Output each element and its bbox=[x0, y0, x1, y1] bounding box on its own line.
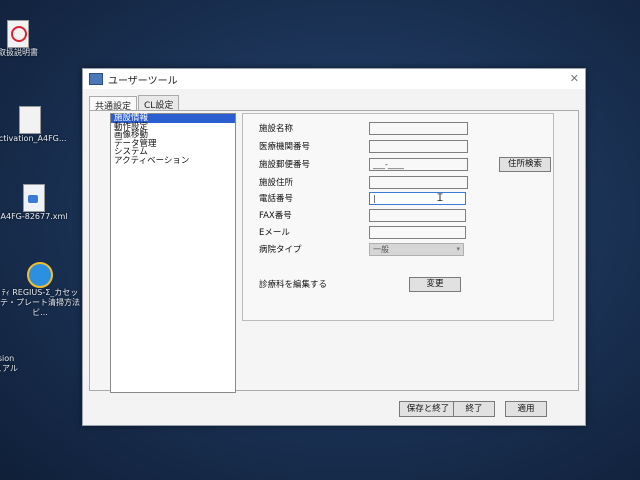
fax-row: FAX番号 bbox=[259, 209, 369, 221]
institution-code-label: 医療機関番号 bbox=[259, 142, 311, 152]
email-label: Eメール bbox=[259, 228, 290, 238]
document-file-icon bbox=[19, 106, 41, 134]
address-search-button[interactable]: 住所検索 bbox=[499, 157, 551, 172]
desktop-icon-activation[interactable]: Activation_A4FG... bbox=[0, 106, 70, 144]
settings-content: 施設情報 動作設定 画像移動 データ管理 システム アクティベーション 施設名称… bbox=[89, 110, 579, 393]
desktop-icon-label: A4FG-82677.xml bbox=[0, 212, 68, 221]
title-bar: ユーザーツール ✕ bbox=[83, 69, 585, 89]
desktop-icon-label: sion ュアル bbox=[0, 354, 18, 373]
internet-shortcut-icon bbox=[27, 262, 53, 288]
postal-code-field[interactable]: ___-____ bbox=[369, 158, 468, 171]
desktop-icon-label: Activation_A4FG... bbox=[0, 134, 67, 143]
institution-code-row: 医療機関番号 bbox=[259, 140, 369, 152]
tree-item-activation[interactable]: アクティベーション bbox=[111, 156, 235, 166]
desktop-icon-shortcut[interactable]: ﾃｨ REGIUS-Σ_カセッテ・プレート清掃方法ビ... bbox=[0, 262, 82, 318]
phone-label: 電話番号 bbox=[259, 194, 294, 204]
exit-button[interactable]: 終了 bbox=[453, 401, 495, 417]
hospital-type-label: 病院タイプ bbox=[259, 245, 302, 255]
facility-name-label: 施設名称 bbox=[259, 124, 294, 134]
desktop-icon-label: 取扱説明書 bbox=[0, 48, 38, 57]
facility-name-row: 施設名称 bbox=[259, 122, 369, 134]
postal-code-label: 施設郵便番号 bbox=[259, 160, 311, 170]
close-icon[interactable]: ✕ bbox=[570, 72, 579, 85]
xml-file-icon bbox=[23, 184, 45, 212]
window-title: ユーザーツール bbox=[108, 75, 178, 87]
address-label: 施設住所 bbox=[259, 178, 294, 188]
facility-info-form: 施設名称 医療機関番号 施設郵便番号 ___-____ 住所検索 施設住所 電話… bbox=[242, 113, 554, 321]
phone-field[interactable]: | bbox=[369, 192, 466, 205]
apply-button[interactable]: 適用 bbox=[505, 401, 547, 417]
save-and-exit-button[interactable]: 保存と終了 bbox=[399, 401, 457, 417]
edit-fee-row: 診療科を編集する bbox=[259, 278, 369, 290]
email-field[interactable] bbox=[369, 226, 466, 239]
change-button[interactable]: 変更 bbox=[409, 277, 461, 292]
institution-code-field[interactable] bbox=[369, 140, 468, 153]
hospital-type-value: 一般 bbox=[373, 245, 389, 254]
pdf-file-icon bbox=[7, 20, 29, 48]
fax-label: FAX番号 bbox=[259, 211, 292, 221]
phone-row: 電話番号 bbox=[259, 192, 369, 204]
fax-field[interactable] bbox=[369, 209, 466, 222]
hospital-type-select[interactable]: 一般 ▾ bbox=[369, 243, 464, 256]
address-row: 施設住所 bbox=[259, 176, 369, 188]
desktop-icon-label: ﾃｨ REGIUS-Σ_カセッテ・プレート清掃方法ビ... bbox=[0, 288, 80, 317]
user-tool-window: ユーザーツール ✕ 共通設定 CL設定 施設情報 動作設定 画像移動 データ管理… bbox=[82, 68, 586, 426]
desktop-icon-partial[interactable]: sion ュアル bbox=[0, 354, 46, 374]
edit-fee-label: 診療科を編集する bbox=[259, 280, 328, 290]
chevron-down-icon: ▾ bbox=[456, 245, 460, 253]
postal-code-row: 施設郵便番号 bbox=[259, 158, 369, 170]
app-icon bbox=[89, 73, 103, 85]
settings-tree: 施設情報 動作設定 画像移動 データ管理 システム アクティベーション bbox=[110, 113, 236, 393]
hospital-type-row: 病院タイプ bbox=[259, 243, 369, 255]
desktop-icon-manual[interactable]: 取扱説明書 bbox=[0, 20, 58, 58]
email-row: Eメール bbox=[259, 226, 369, 238]
facility-name-field[interactable] bbox=[369, 122, 468, 135]
desktop-icon-xml[interactable]: A4FG-82677.xml bbox=[0, 184, 74, 222]
text-cursor-icon: Ｉ bbox=[435, 193, 445, 204]
address-field[interactable] bbox=[369, 176, 468, 189]
